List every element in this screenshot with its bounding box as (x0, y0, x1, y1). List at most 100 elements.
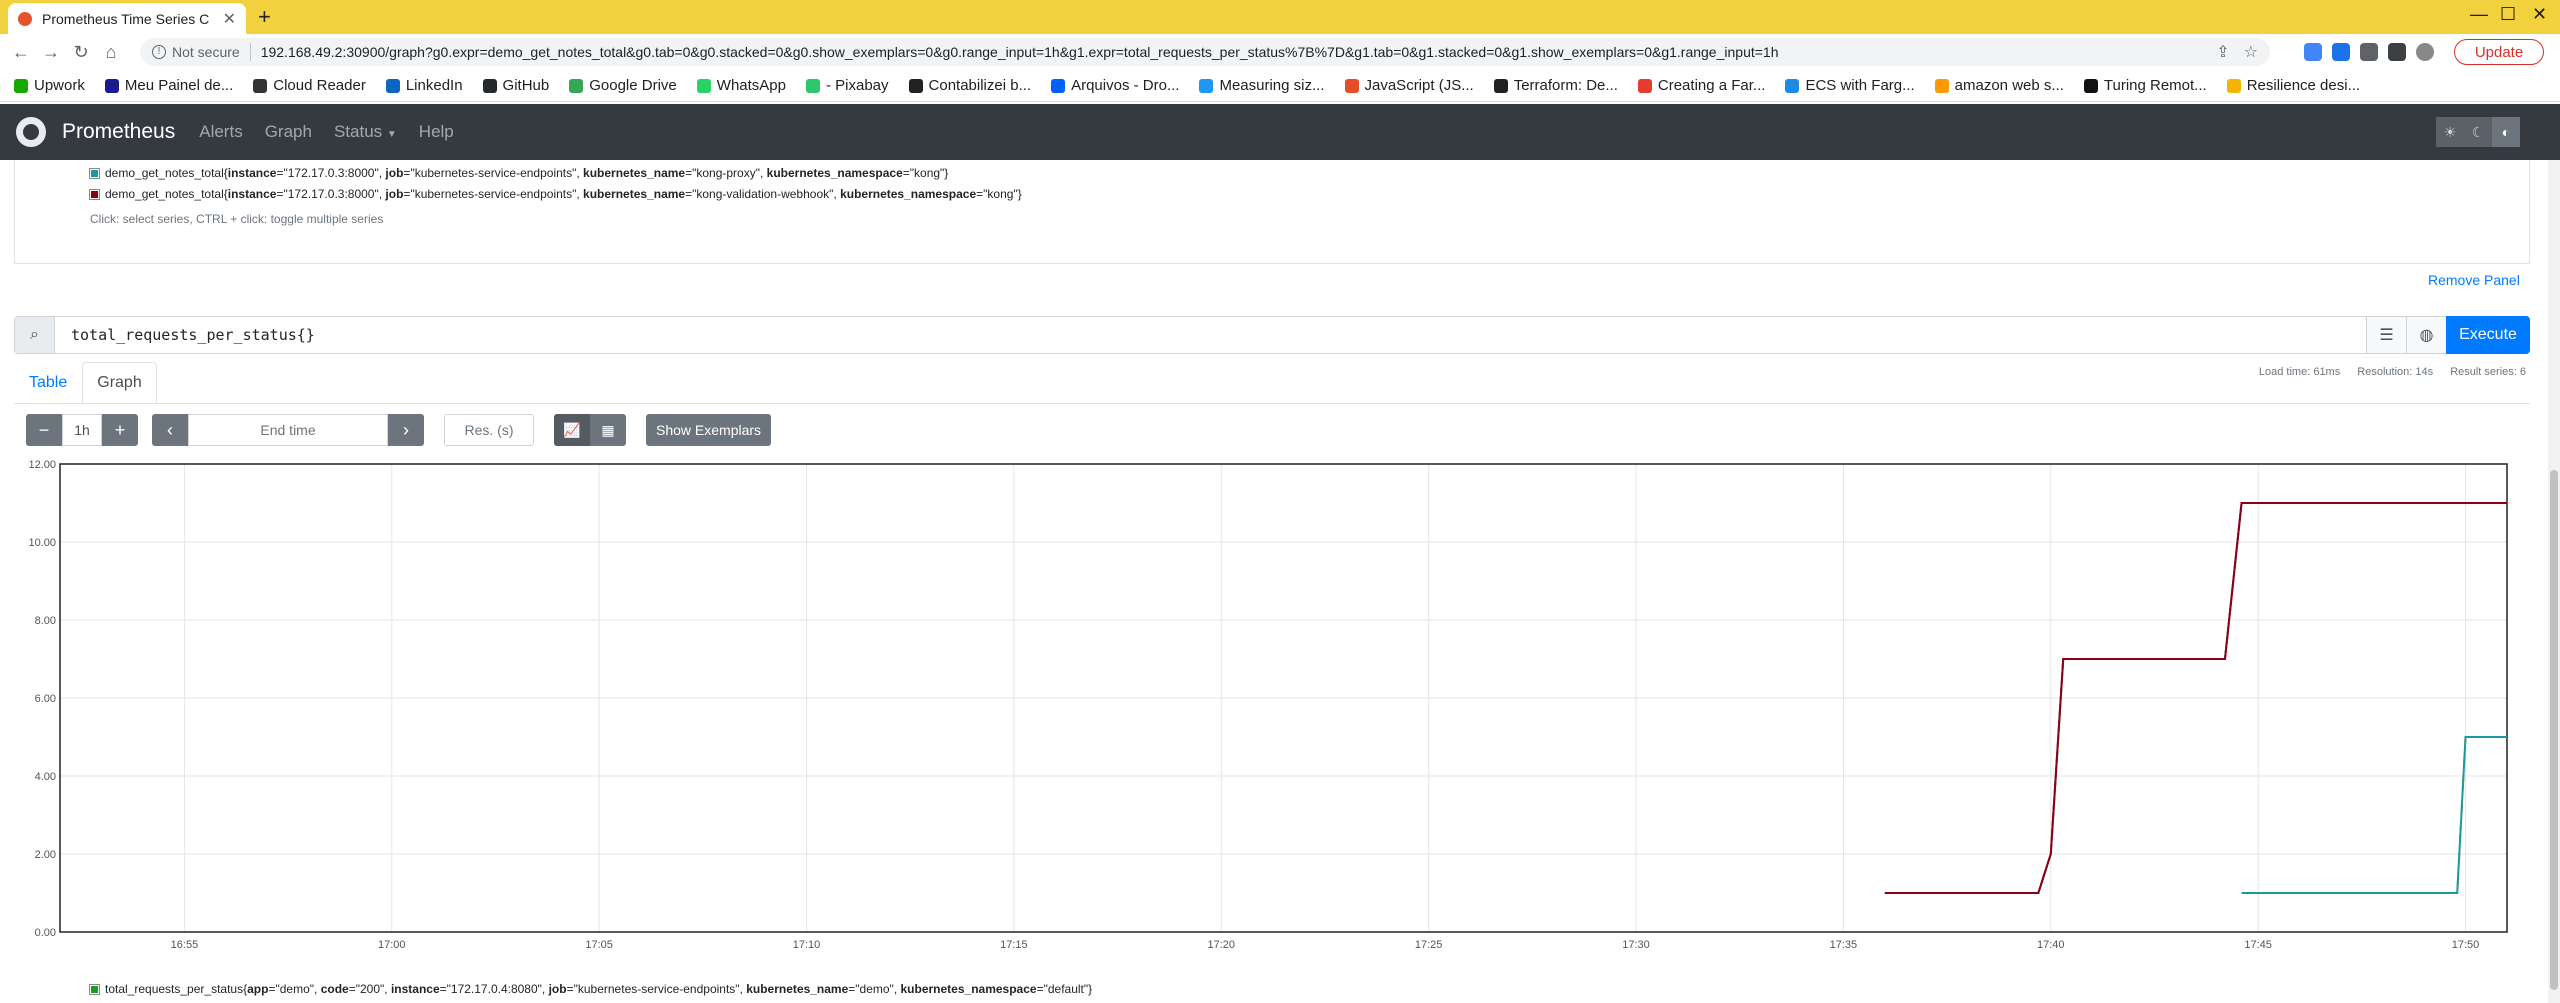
format-expression-icon[interactable]: ☰ (2366, 317, 2406, 353)
bookmark-item[interactable]: JavaScript (JS... (1344, 77, 1474, 94)
bookmark-item[interactable]: Upwork (14, 77, 85, 94)
y-tick-label: 6.00 (35, 693, 56, 705)
bookmark-item[interactable]: Contabilizei b... (908, 77, 1031, 94)
label-key: instance (390, 982, 440, 996)
bookmark-item[interactable]: ECS with Farg... (1785, 77, 1915, 94)
bookmark-item[interactable]: Arquivos - Dro... (1051, 77, 1179, 94)
bookmark-item[interactable]: Creating a Far... (1637, 77, 1765, 94)
close-window-icon[interactable]: ✕ (2532, 4, 2547, 25)
bookmark-item[interactable]: Cloud Reader (253, 77, 366, 94)
end-time-input[interactable]: End time (188, 414, 388, 446)
extension-icon[interactable] (2332, 43, 2350, 61)
graph-chart[interactable]: 0.00 2.00 4.00 6.00 8.00 10.00 12.00 16:55 17:00… (0, 456, 2560, 956)
label-value: "kong"} (909, 166, 949, 180)
new-tab-icon[interactable]: + (258, 4, 271, 30)
home-icon[interactable]: ⌂ (96, 42, 126, 63)
panel-legend-area: demo_get_notes_total{instance = "172.17.0.… (14, 160, 2530, 264)
browser-theme-icon[interactable]: ◐ (2492, 117, 2520, 147)
tab-table[interactable]: Table (14, 362, 82, 404)
series-line (2241, 736, 2507, 894)
label-value: "172.17.0.3:8000" (283, 166, 379, 180)
result-series: Result series: 6 (2450, 366, 2526, 378)
nav-status[interactable]: Status ▼ (334, 122, 397, 142)
chart-svg[interactable]: 0.00 2.00 4.00 6.00 8.00 10.00 12.00 16:55 17:00… (0, 456, 2560, 956)
bookmark-item[interactable]: Resilience desi... (2226, 77, 2360, 94)
extension-icon[interactable] (2304, 43, 2322, 61)
tab-graph[interactable]: Graph (82, 362, 157, 404)
reload-icon[interactable]: ↻ (66, 42, 96, 63)
bookmark-item[interactable]: Google Drive (569, 77, 677, 94)
series-color-swatch (89, 188, 100, 200)
nav-graph[interactable]: Graph (265, 122, 312, 142)
execute-button[interactable]: Execute (2446, 316, 2530, 354)
light-theme-icon[interactable]: ☀ (2436, 117, 2464, 147)
unstacked-chart-icon[interactable]: 📈 (554, 414, 590, 446)
prometheus-logo-icon[interactable] (16, 117, 46, 147)
bookmark-item[interactable]: LinkedIn (385, 77, 463, 94)
scrollbar-thumb[interactable] (2550, 470, 2558, 990)
bookmark-item[interactable]: Turing Remot... (2083, 77, 2207, 94)
bookmark-star-icon[interactable]: ☆ (2244, 42, 2258, 62)
brand-link[interactable]: Prometheus (62, 120, 175, 144)
legend-metric: total_requests_per_status{ (105, 982, 248, 996)
sidepanel-icon[interactable] (2388, 43, 2406, 61)
address-bar[interactable]: ! Not secure 192.168.49.2:30900/graph?g0… (140, 38, 2270, 66)
close-tab-icon[interactable]: ✕ (223, 9, 236, 29)
bookmark-item[interactable]: amazon web s... (1934, 77, 2064, 94)
info-icon[interactable]: ! (152, 45, 166, 59)
share-icon[interactable]: ⇪ (2216, 42, 2229, 62)
query-stats: Load time: 61ms Resolution: 14s Result s… (2245, 366, 2526, 378)
resolution-input[interactable]: Res. (s) (444, 414, 534, 446)
bookmark-favicon-icon (482, 78, 497, 93)
decrease-range-button[interactable]: − (26, 414, 62, 446)
label-key: kubernetes_name (746, 982, 849, 996)
load-time: Load time: 61ms (2258, 366, 2341, 378)
expression-bar: ⌕ total_requests_per_status{} ☰ ◍ Execut… (14, 316, 2530, 354)
metrics-explorer-icon[interactable]: ◍ (2406, 317, 2446, 353)
puzzle-icon[interactable] (2360, 43, 2378, 61)
search-icon: ⌕ (15, 317, 55, 353)
show-exemplars-button[interactable]: Show Exemplars (646, 414, 772, 446)
stacked-chart-icon[interactable]: ▦ (590, 414, 626, 446)
expression-input[interactable]: total_requests_per_status{} (55, 326, 2366, 344)
label-value: "demo" (275, 982, 315, 996)
legend-item[interactable]: demo_get_notes_total{instance = "172.17.0.… (89, 166, 949, 180)
dark-theme-icon[interactable]: ☾ (2464, 117, 2492, 147)
bookmark-item[interactable]: Terraform: De... (1493, 77, 1618, 94)
bookmark-label: JavaScript (JS... (1364, 77, 1474, 94)
nav-alerts[interactable]: Alerts (199, 122, 242, 142)
bookmark-item[interactable]: WhatsApp (696, 77, 786, 94)
forward-icon[interactable]: → (36, 42, 66, 63)
bookmark-favicon-icon (2083, 78, 2098, 93)
bookmark-favicon-icon (14, 78, 28, 93)
legend-item[interactable]: demo_get_notes_total{instance = "172.17.0.… (89, 187, 1022, 201)
bookmark-favicon-icon (1493, 78, 1508, 93)
remove-panel-link[interactable]: Remove Panel (2428, 272, 2520, 288)
bookmark-item[interactable]: Meu Painel de... (104, 77, 233, 94)
previous-time-button[interactable]: ‹ (152, 414, 188, 446)
bookmark-favicon-icon (1785, 78, 1800, 93)
back-icon[interactable]: ← (6, 42, 36, 63)
legend-item[interactable]: total_requests_per_status{app = "demo", co… (89, 982, 1092, 996)
browser-tab[interactable]: Prometheus Time Series C ✕ (8, 3, 246, 34)
maximize-icon[interactable]: ☐ (2500, 4, 2516, 25)
bookmark-favicon-icon (2226, 78, 2241, 93)
avatar[interactable] (2416, 43, 2434, 61)
next-time-button[interactable]: › (388, 414, 424, 446)
bookmark-label: Cloud Reader (273, 77, 366, 94)
bookmark-item[interactable]: Measuring siz... (1199, 77, 1325, 94)
update-button[interactable]: Update (2454, 39, 2544, 65)
bookmark-label: Measuring siz... (1219, 77, 1325, 94)
bookmark-favicon-icon (805, 78, 820, 93)
y-tick-label: 0.00 (35, 927, 56, 939)
url-text[interactable]: 192.168.49.2:30900/graph?g0.expr=demo_ge… (261, 44, 2203, 60)
bookmark-favicon-icon (1199, 78, 1214, 93)
increase-range-button[interactable]: + (102, 414, 138, 446)
bookmark-item[interactable]: GitHub (482, 77, 549, 94)
minimize-icon[interactable]: — (2470, 4, 2488, 25)
bookmark-favicon-icon (253, 78, 268, 93)
panel-tabs: Table Graph (14, 362, 157, 404)
range-input[interactable]: 1h (62, 414, 102, 446)
nav-help[interactable]: Help (419, 122, 454, 142)
bookmark-item[interactable]: - Pixabay (805, 77, 889, 94)
